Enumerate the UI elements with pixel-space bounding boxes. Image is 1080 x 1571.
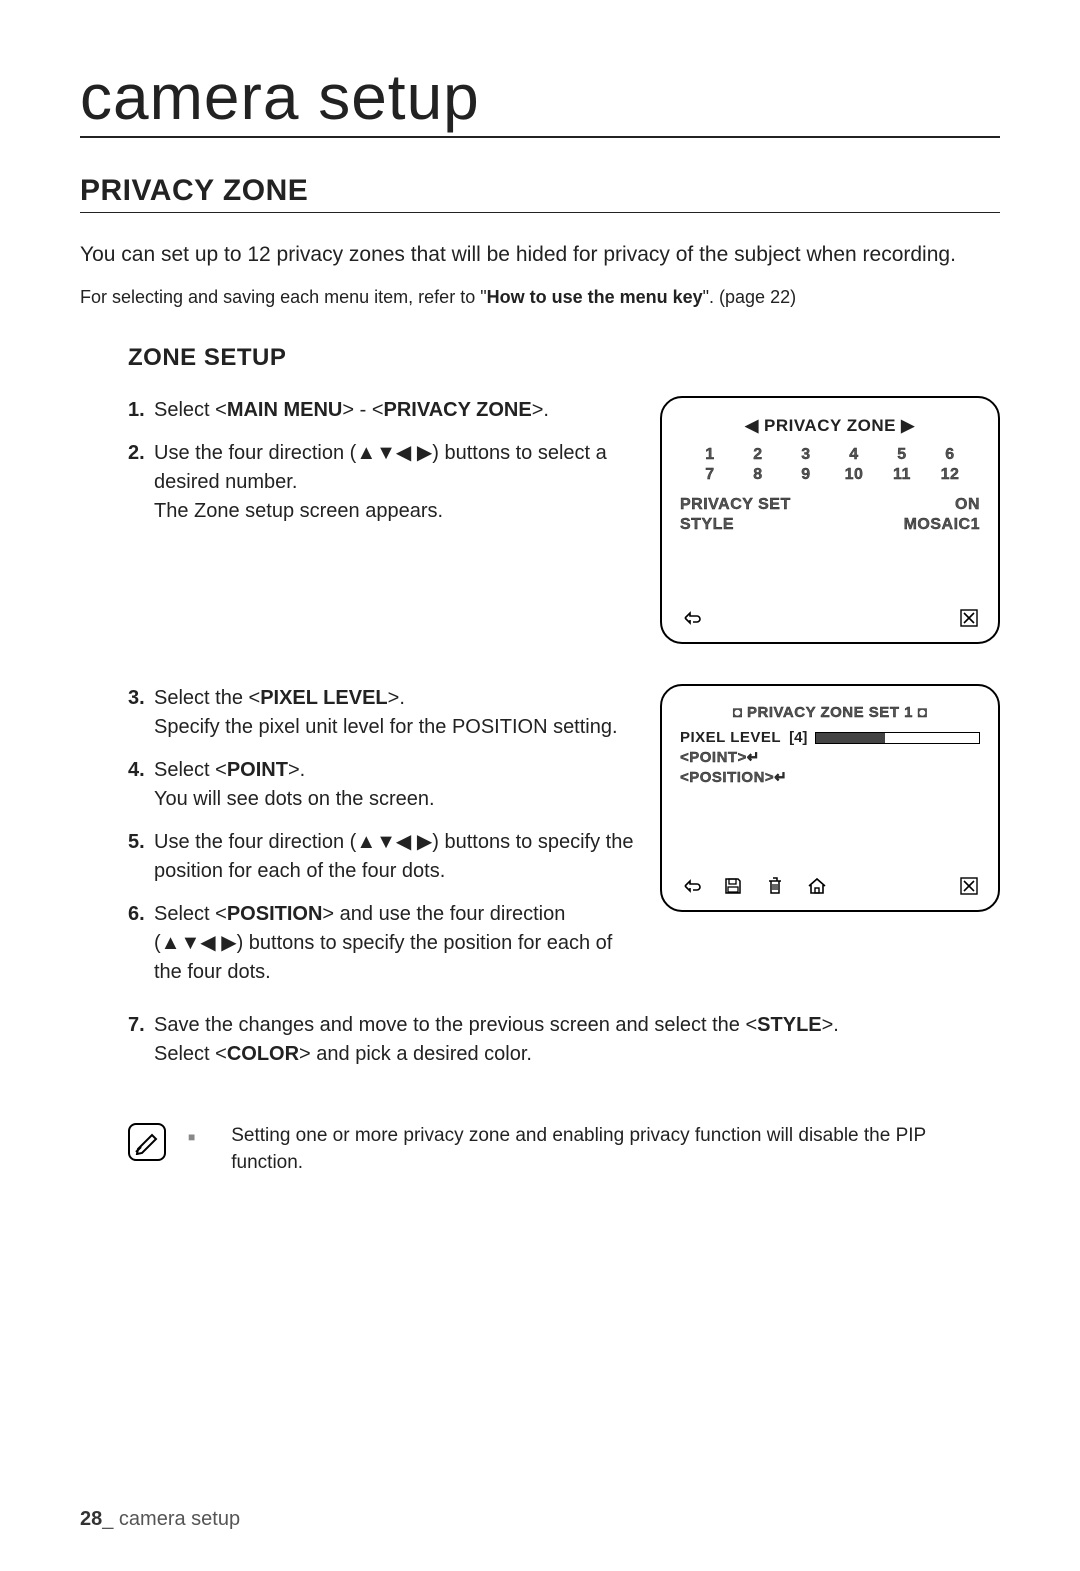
t: Select <	[154, 1043, 227, 1065]
direction-arrows: ▲▼◀ ▶	[161, 932, 237, 954]
steps-list-a: 1. Select <MAIN MENU> - <PRIVACY ZONE>. …	[128, 396, 640, 540]
zone-num: 4	[830, 446, 878, 464]
zone-num: 3	[782, 446, 830, 464]
close-icon	[958, 608, 980, 628]
note-text: Setting one or more privacy zone and ena…	[231, 1123, 1000, 1176]
refnote-pre: For selecting and saving each menu item,…	[80, 287, 487, 307]
zone-num: 2	[734, 446, 782, 464]
osd-privacy-zone: ◀ PRIVACY ZONE ▶ 1 2 3 4 5 6 7 8 9 10 11…	[660, 396, 1000, 644]
direction-arrows: ▲▼◀ ▶	[356, 442, 432, 464]
t: COLOR	[227, 1043, 299, 1065]
zone-num: 11	[878, 466, 926, 484]
osd-title: ◘ PRIVACY ZONE SET 1 ◘	[680, 704, 980, 721]
bullet-icon: ■	[188, 1129, 195, 1146]
step-number: 4.	[128, 756, 154, 814]
page-number: 28	[80, 1508, 102, 1530]
t: POSITION	[227, 903, 323, 925]
intro-text: You can set up to 12 privacy zones that …	[80, 241, 1000, 269]
step-1: 1. Select <MAIN MENU> - <PRIVACY ZONE>.	[128, 396, 640, 425]
content-block-2: 3. Select the <PIXEL LEVEL>. Specify the…	[128, 684, 1000, 1001]
osd-value: MOSAIC1	[904, 516, 980, 534]
close-icon	[958, 876, 980, 896]
t: > - <	[342, 399, 383, 421]
return-icon	[680, 876, 702, 896]
step-number: 2.	[128, 439, 154, 526]
note-block: ■ Setting one or more privacy zone and e…	[128, 1123, 1000, 1176]
zone-num: 1	[686, 446, 734, 464]
zone-num: 10	[830, 466, 878, 484]
t: STYLE	[757, 1014, 821, 1036]
t: Select <	[154, 903, 227, 925]
step-number: 3.	[128, 684, 154, 742]
zone-num: 5	[878, 446, 926, 464]
t: Specify the pixel unit level for the POS…	[154, 716, 618, 738]
zone-num: 7	[686, 466, 734, 484]
step-number: 7.	[128, 1011, 154, 1069]
t: PIXEL LEVEL	[260, 687, 387, 709]
direction-arrows: ▲▼◀ ▶	[356, 831, 432, 853]
t: Use the four direction (	[154, 831, 356, 853]
pixel-level-bar	[815, 732, 980, 744]
pixel-level-label: PIXEL LEVEL	[680, 729, 781, 746]
section-title: PRIVACY ZONE	[80, 174, 1000, 213]
t: Select <	[154, 759, 227, 781]
step-3: 3. Select the <PIXEL LEVEL>. Specify the…	[128, 684, 640, 742]
reference-note: For selecting and saving each menu item,…	[80, 287, 1000, 308]
subsection-title: ZONE SETUP	[128, 344, 1000, 372]
t: PRIVACY ZONE	[384, 399, 532, 421]
t: Save the changes and move to the previou…	[154, 1014, 757, 1036]
t: Select the <	[154, 687, 260, 709]
steps-list-c: 7. Save the changes and move to the prev…	[128, 1011, 1000, 1083]
pixel-level-value: [4]	[789, 729, 807, 746]
home-icon	[806, 876, 828, 896]
note-icon	[128, 1123, 166, 1161]
step-number: 5.	[128, 828, 154, 886]
osd-value: ON	[955, 496, 980, 514]
osd-label: PRIVACY SET	[680, 496, 791, 514]
page-title: camera setup	[80, 60, 1000, 138]
step-5: 5. Use the four direction (▲▼◀ ▶) button…	[128, 828, 640, 886]
t: >.	[288, 759, 305, 781]
t: >.	[532, 399, 549, 421]
t: The Zone setup screen appears.	[154, 500, 443, 522]
t: Use the four direction (	[154, 442, 356, 464]
trash-icon	[764, 876, 786, 896]
step-4: 4. Select <POINT>. You will see dots on …	[128, 756, 640, 814]
step-7: 7. Save the changes and move to the prev…	[128, 1011, 1000, 1069]
zone-num: 12	[926, 466, 974, 484]
footer-label: _ camera setup	[102, 1508, 240, 1530]
osd-point-line: <POINT>↵	[680, 748, 980, 766]
t: POINT	[227, 759, 288, 781]
t: >.	[388, 687, 405, 709]
zone-num: 8	[734, 466, 782, 484]
osd-privacy-zone-set: ◘ PRIVACY ZONE SET 1 ◘ PIXEL LEVEL [4] <…	[660, 684, 1000, 912]
t: You will see dots on the screen.	[154, 788, 435, 810]
osd-title: ◀ PRIVACY ZONE ▶	[680, 416, 980, 436]
t: >.	[822, 1014, 839, 1036]
content-block-1: 1. Select <MAIN MENU> - <PRIVACY ZONE>. …	[128, 396, 1000, 644]
step-number: 1.	[128, 396, 154, 425]
zone-num: 6	[926, 446, 974, 464]
step-number: 6.	[128, 900, 154, 987]
t: > and pick a desired color.	[299, 1043, 532, 1065]
t: MAIN MENU	[227, 399, 343, 421]
osd-position-line: <POSITION>↵	[680, 768, 980, 786]
content-block-3: 7. Save the changes and move to the prev…	[128, 1011, 1000, 1083]
zone-num: 9	[782, 466, 830, 484]
osd-label: STYLE	[680, 516, 734, 534]
page-footer: 28_ camera setup	[80, 1508, 240, 1531]
refnote-bold: How to use the menu key	[487, 287, 703, 307]
refnote-post: ". (page 22)	[703, 287, 796, 307]
steps-list-b: 3. Select the <PIXEL LEVEL>. Specify the…	[128, 684, 640, 1001]
zone-number-grid: 1 2 3 4 5 6 7 8 9 10 11 12	[686, 446, 974, 484]
return-icon	[680, 608, 702, 628]
t: Select <	[154, 399, 227, 421]
step-2: 2. Use the four direction (▲▼◀ ▶) button…	[128, 439, 640, 526]
step-6: 6. Select <POSITION> and use the four di…	[128, 900, 640, 987]
save-icon	[722, 876, 744, 896]
